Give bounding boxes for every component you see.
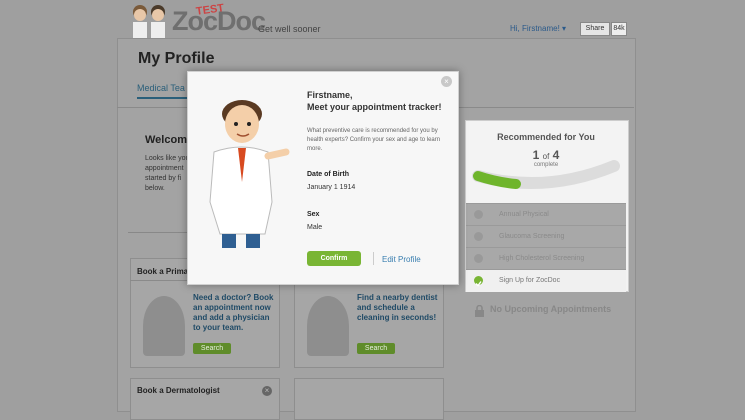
dentist-silhouette-icon bbox=[307, 296, 349, 356]
check-circle-icon bbox=[474, 254, 483, 263]
confirm-button[interactable]: Confirm bbox=[307, 251, 361, 266]
modal-description: What preventive care is recommended for … bbox=[307, 128, 441, 152]
facebook-share-count: 84k bbox=[611, 22, 627, 36]
recommended-item-done[interactable]: Sign Up for ZocDoc bbox=[466, 269, 626, 292]
card-text: Need a doctor? Book an appointment now a… bbox=[193, 293, 274, 332]
book-dermatologist-card bbox=[130, 378, 280, 420]
check-circle-icon bbox=[474, 276, 483, 287]
sex-value: Male bbox=[307, 224, 323, 231]
welcome-heading: Welcom bbox=[145, 134, 187, 146]
no-upcoming-appointments: No Upcoming Appointments bbox=[490, 304, 612, 314]
card-title: Book a Dermatologist bbox=[137, 386, 220, 395]
recommended-title: Recommended for You bbox=[497, 132, 595, 142]
user-menu[interactable]: Hi, Firstname! ▾ bbox=[510, 24, 566, 33]
lock-icon bbox=[475, 305, 484, 317]
check-circle-icon bbox=[474, 232, 483, 241]
search-button[interactable]: Search bbox=[193, 343, 231, 354]
modal-title-name: Firstname, bbox=[307, 90, 353, 100]
recommended-item[interactable]: Annual Physical bbox=[466, 203, 626, 226]
progress-arc bbox=[472, 160, 620, 190]
dob-label: Date of Birth bbox=[307, 171, 349, 178]
tab-medical-team[interactable]: Medical Tea bbox=[137, 83, 185, 93]
check-circle-icon bbox=[474, 210, 483, 219]
recommended-item[interactable]: Glaucoma Screening bbox=[466, 225, 626, 248]
dob-value: January 1 1914 bbox=[307, 184, 356, 191]
doctor-illustration-icon bbox=[209, 100, 290, 248]
doctors-mascot-icon bbox=[133, 5, 165, 40]
sex-label: Sex bbox=[307, 211, 320, 218]
active-tab-indicator bbox=[137, 97, 189, 99]
modal-title: Firstname, Meet your appointment tracker… bbox=[307, 89, 447, 113]
empty-card bbox=[294, 378, 444, 420]
close-icon[interactable]: × bbox=[441, 76, 452, 87]
facebook-share-button[interactable]: Share bbox=[580, 22, 610, 36]
doctor-silhouette-icon bbox=[143, 296, 185, 356]
card-text: Find a nearby dentist and schedule a cle… bbox=[357, 293, 438, 322]
close-icon[interactable]: × bbox=[262, 386, 272, 396]
tagline: Get well sooner bbox=[258, 24, 321, 34]
button-divider bbox=[373, 252, 374, 265]
edit-profile-link[interactable]: Edit Profile bbox=[382, 255, 421, 264]
page-title: My Profile bbox=[138, 50, 215, 67]
recommended-item[interactable]: High Cholesterol Screening bbox=[466, 247, 626, 270]
search-button[interactable]: Search bbox=[357, 343, 395, 354]
card-title: Book a Prima bbox=[137, 267, 189, 276]
modal-title-text: Meet your appointment tracker! bbox=[307, 102, 442, 112]
